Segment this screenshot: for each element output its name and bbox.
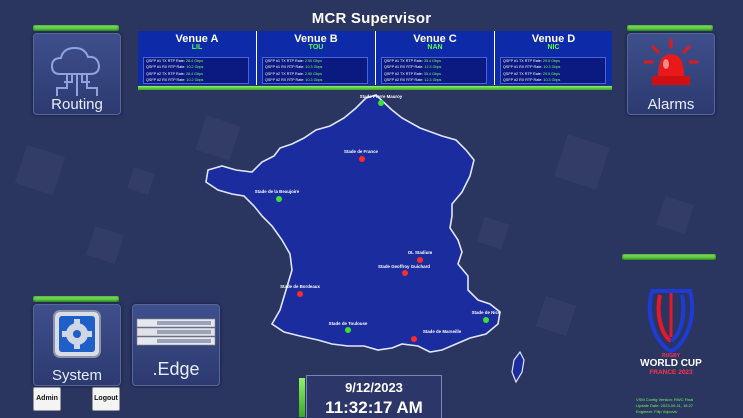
- stadium-status-dot[interactable]: [378, 100, 384, 106]
- config-version-text: VSM Config Version: RWC Final: [636, 397, 694, 402]
- stadium-status-dot[interactable]: [359, 156, 365, 162]
- logo-line2: WORLD CUP: [640, 358, 702, 369]
- stadium-label: Stade de Toulouse: [329, 321, 368, 326]
- logo-line3: FRANCE 2023: [649, 369, 693, 376]
- clock-status-bar: [299, 378, 305, 417]
- clock-panel: 9/12/2023 11:32:17 AM: [306, 375, 442, 418]
- clock-time: 11:32:17 AM: [325, 398, 423, 417]
- stadium-status-dot[interactable]: [483, 317, 489, 323]
- rugby-world-cup-logo: RUGBY WORLD CUP FRANCE 2023: [640, 289, 702, 376]
- stadium-label: Stade de France: [344, 149, 378, 154]
- right-status-bar: [622, 254, 716, 260]
- stadium-label: Stade de la Beaujoire: [255, 189, 300, 194]
- system-button[interactable]: System: [33, 304, 121, 386]
- france-map-outline: [205, 94, 501, 353]
- update-date-text: Update Date: 2023-09-11, 16:27: [636, 403, 694, 408]
- stadium-label: OL Stadium: [408, 250, 433, 255]
- stadium-status-dot[interactable]: [417, 257, 423, 263]
- edge-label: .Edge: [152, 359, 200, 379]
- stadium-status-dot[interactable]: [402, 270, 408, 276]
- logout-button[interactable]: Logout: [92, 387, 120, 411]
- system-label: System: [51, 367, 102, 384]
- system-status-bar: [33, 296, 119, 302]
- edge-button[interactable]: .Edge: [132, 304, 220, 386]
- stadium-status-dot[interactable]: [345, 327, 351, 333]
- stadium-label: Stade de Nice: [472, 310, 501, 315]
- stadium-label: Stade de Marseille: [423, 329, 462, 334]
- stadium-label: Stade Pierre Mauroy: [360, 94, 403, 99]
- stadium-label: Stade de Bordeaux: [280, 284, 320, 289]
- engineer-text: Engineer: Filip Vojcovic: [636, 409, 678, 414]
- admin-button[interactable]: Admin: [33, 387, 61, 411]
- stadium-label: Stade Geoffroy Guichard: [378, 264, 430, 269]
- stadium-status-dot[interactable]: [411, 336, 417, 342]
- stadium-status-dot[interactable]: [297, 291, 303, 297]
- stadium-status-dot[interactable]: [276, 196, 282, 202]
- clock-date: 9/12/2023: [345, 380, 403, 395]
- corsica-outline: [511, 350, 525, 384]
